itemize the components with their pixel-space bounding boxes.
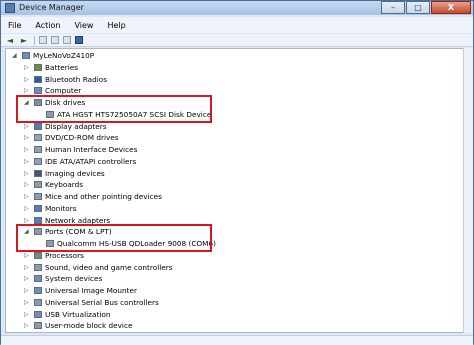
tree-item-label: Sound, video and game controllers [45,262,173,272]
processor-icon [34,251,42,259]
title-bar[interactable]: Device Manager – □ X [1,1,473,15]
minimize-button[interactable]: – [381,1,405,14]
dvd-drive-icon [34,134,42,142]
tree-item-label: IDE ATA/ATAPI controllers [45,156,137,166]
toolbar-separator [34,35,35,45]
bluetooth-icon [34,75,42,83]
display-adapter-icon [34,122,42,130]
tree-item-label: Display adapters [45,121,107,131]
menu-action[interactable]: Action [28,21,67,30]
window-controls: – □ X [380,1,471,15]
tree-item[interactable]: ▷ Keyboards [6,179,464,190]
toolbar: ◄ ► [1,34,473,47]
battery-icon [34,63,42,71]
maximize-button[interactable]: □ [406,1,430,14]
expand-arrow-icon[interactable]: ▷ [24,74,31,85]
red-highlight-box [16,95,212,123]
tree-item[interactable]: ▷ IDE ATA/ATAPI controllers [6,156,464,167]
image-mounter-icon [34,287,42,294]
tree-item[interactable]: ▷ Human Interface Devices [6,144,464,155]
menu-bar: File Action View Help [1,17,473,33]
expand-arrow-icon[interactable]: ▷ [24,250,31,261]
network-adapter-icon [34,216,42,224]
device-manager-icon [5,3,15,13]
mouse-icon [34,193,42,200]
expand-arrow-icon[interactable]: ▷ [24,262,31,273]
system-device-icon [34,275,42,283]
properties-icon[interactable] [39,36,47,44]
expand-arrow-icon[interactable]: ▷ [24,156,31,167]
tree-item[interactable]: ▷ Bluetooth Radios [6,74,464,85]
usb-icon [34,298,42,306]
back-button[interactable]: ◄ [5,36,15,45]
tree-item-label: Mice and other pointing devices [45,192,162,201]
device-tree[interactable]: ◢ MyLeNoVoZ410P ▷ Batteries ▷ Bluetooth Radio… [5,48,465,333]
vertical-scrollbar[interactable] [463,48,473,333]
tree-item[interactable]: ▷ DVD/CD-ROM drives [6,132,464,143]
tree-item-label: Human Interface Devices [45,145,138,154]
ide-controller-icon [34,157,42,165]
close-button[interactable]: X [431,1,471,14]
expand-arrow-icon[interactable]: ▷ [24,309,31,320]
tree-item[interactable]: ▷ Imaging devices [6,168,464,179]
tree-item-label: Processors [45,250,84,260]
forward-button[interactable]: ► [19,36,29,45]
expand-arrow-icon[interactable]: ▷ [24,203,31,214]
tree-item[interactable]: ▷ Sound, video and game controllers [6,262,464,273]
expand-arrow-icon[interactable]: ▷ [24,191,31,202]
tree-item-label: DVD/CD-ROM drives [45,133,119,143]
expand-arrow-icon[interactable]: ▷ [24,132,31,143]
tree-item[interactable]: ▷ System devices [6,273,464,284]
usb-virtualization-icon [34,310,42,318]
tree-item[interactable]: ▷ USB Virtualization [6,309,464,320]
expand-arrow-icon[interactable]: ▷ [24,297,31,308]
keyboard-icon [34,181,42,189]
tree-item[interactable]: ▷ User-mode block device [6,320,464,331]
device-manager-window: Device Manager – □ X File Action View He… [0,0,474,345]
tree-item-label: MyLeNoVoZ410P [33,51,95,60]
block-device-icon [34,322,42,330]
window-title: Device Manager [19,3,84,12]
expand-arrow-icon[interactable]: ▷ [24,320,31,331]
tree-item-label: Bluetooth Radios [45,74,108,84]
collapse-arrow-icon[interactable]: ◢ [12,50,19,61]
menu-help[interactable]: Help [100,21,132,30]
tree-item-label: USB Virtualization [45,309,111,319]
tree-item-label: Imaging devices [45,168,105,178]
tree-item-label: User-mode block device [45,321,133,331]
tree-item-label: Monitors [45,203,77,213]
expand-arrow-icon[interactable]: ▷ [24,144,31,155]
tree-item-label: Keyboards [45,180,84,190]
expand-arrow-icon[interactable]: ▷ [24,62,31,73]
red-highlight-box [16,224,212,252]
expand-arrow-icon[interactable]: ▷ [24,285,31,296]
tree-item[interactable]: ▷ Universal Serial Bus controllers [6,297,464,308]
tree-root[interactable]: ◢ MyLeNoVoZ410P [6,50,464,61]
expand-arrow-icon[interactable]: ▷ [24,168,31,179]
tree-item[interactable]: ▷ Monitors [6,203,464,214]
tree-item[interactable]: ▷ Display adapters [6,121,464,132]
tree-item-label: System devices [45,274,103,284]
camera-icon [34,169,42,177]
tree-item-label: Universal Image Mounter [45,286,137,295]
tree-item[interactable]: ▷ Universal Image Mounter [6,285,464,296]
expand-arrow-icon[interactable]: ▷ [24,121,31,132]
tree-item[interactable]: ▷ Processors [6,250,464,261]
show-hide-console-tree-icon[interactable] [51,36,59,44]
monitor-icon [34,204,42,212]
menu-view[interactable]: View [67,21,100,30]
tree-item[interactable]: ▷ Mice and other pointing devices [6,191,464,202]
menu-file[interactable]: File [1,21,28,30]
tree-item-label: Batteries [45,62,79,72]
computer-icon [22,52,30,59]
hid-icon [34,146,42,153]
tree-item-label: Universal Serial Bus controllers [45,297,159,307]
expand-arrow-icon[interactable]: ▷ [24,179,31,190]
scan-hardware-icon[interactable] [75,36,83,44]
help-icon[interactable] [63,36,71,44]
sound-icon [34,263,42,271]
expand-arrow-icon[interactable]: ▷ [24,273,31,284]
tree-item[interactable]: ▷ Batteries [6,62,464,73]
computer-icon [34,87,42,95]
